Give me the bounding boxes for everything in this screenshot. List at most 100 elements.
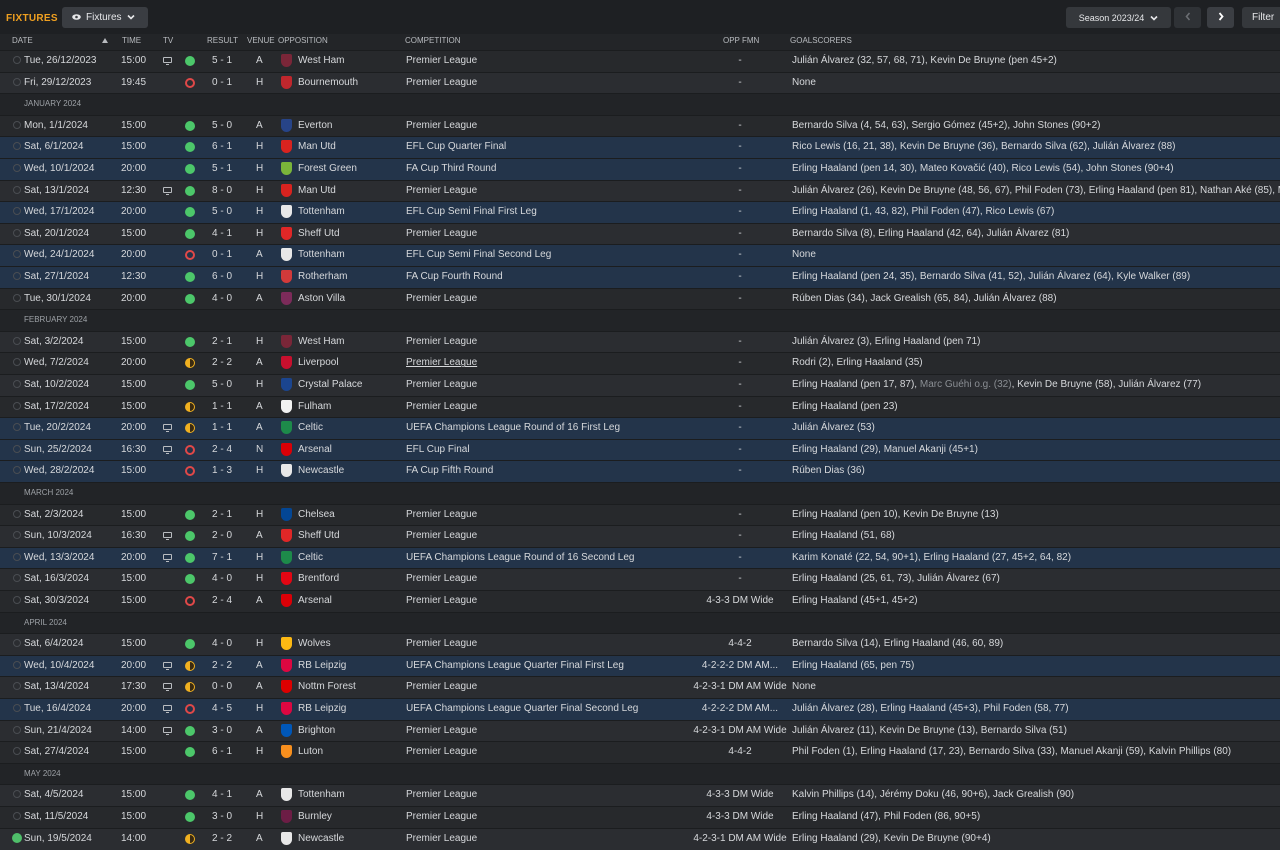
fixture-opposition[interactable]: West Ham (298, 332, 345, 352)
fixture-competition[interactable]: FA Cup Fifth Round (406, 461, 493, 481)
fixture-result[interactable]: 2 - 4 (212, 440, 232, 460)
fixture-competition[interactable]: EFL Cup Semi Final First Leg (406, 202, 537, 222)
fixture-row[interactable]: Sat, 30/3/2024 15:00 2 - 4 A Arsenal Premier … (0, 590, 1280, 612)
fixture-row[interactable]: Wed, 10/1/2024 20:00 5 - 1 H Forest Green FA … (0, 158, 1280, 180)
fixture-row[interactable]: Wed, 10/4/2024 20:00 2 - 2 A RB Leipzig UEFA … (0, 654, 1280, 677)
fixture-competition[interactable]: Premier League (406, 353, 477, 373)
fixture-competition[interactable]: Premier League (406, 181, 477, 201)
fixture-row[interactable]: Tue, 30/1/2024 20:00 4 - 0 A Aston Villa Prem… (0, 287, 1280, 310)
fixture-row[interactable]: Wed, 28/2/2024 15:00 1 - 3 H Newcastle FA Cup… (0, 460, 1280, 483)
column-competition[interactable]: COMPETITION (405, 34, 461, 48)
column-goalscorers[interactable]: GOALSCORERS (790, 34, 852, 48)
fixture-competition[interactable]: Premier League (406, 73, 477, 93)
fixture-competition[interactable]: UEFA Champions League Quarter Final Firs… (406, 656, 624, 676)
fixture-competition[interactable]: Premier League (406, 634, 477, 654)
fixture-opposition[interactable]: RB Leipzig (298, 699, 346, 719)
fixture-result[interactable]: 5 - 1 (212, 51, 232, 71)
fixture-result[interactable]: 0 - 1 (212, 245, 232, 265)
fixture-competition[interactable]: EFL Cup Final (406, 440, 470, 460)
fixture-result[interactable]: 5 - 0 (212, 202, 232, 222)
fixture-opposition[interactable]: Rotherham (298, 267, 347, 287)
column-venue[interactable]: VENUE (247, 34, 275, 48)
fixture-result[interactable]: 4 - 5 (212, 699, 232, 719)
fixture-result[interactable]: 4 - 0 (212, 289, 232, 309)
fixture-competition[interactable]: Premier League (406, 785, 477, 805)
fixture-competition[interactable]: Premier League (406, 526, 477, 546)
fixture-competition[interactable]: Premier League (406, 375, 477, 395)
fixture-row[interactable]: Sun, 25/2/2024 16:30 2 - 4 N Arsenal EFL Cup … (0, 438, 1280, 461)
fixture-opposition[interactable]: Brighton (298, 721, 335, 741)
sort-ascending-icon[interactable] (102, 34, 108, 48)
fixture-competition[interactable]: EFL Cup Quarter Final (406, 137, 506, 157)
fixture-opposition[interactable]: Crystal Palace (298, 375, 362, 395)
fixture-competition[interactable]: EFL Cup Semi Final Second Leg (406, 245, 551, 265)
fixture-result[interactable]: 6 - 1 (212, 137, 232, 157)
fixture-row[interactable]: Sun, 10/3/2024 16:30 2 - 0 A Sheff Utd Premie… (0, 525, 1280, 548)
fixture-result[interactable]: 5 - 0 (212, 116, 232, 136)
fixture-opposition[interactable]: Celtic (298, 548, 323, 568)
previous-button[interactable] (1174, 7, 1201, 28)
fixture-row[interactable]: Wed, 13/3/2024 20:00 7 - 1 H Celtic UEFA Cham… (0, 546, 1280, 569)
fixture-result[interactable]: 0 - 1 (212, 73, 232, 93)
fixture-row[interactable]: Tue, 20/2/2024 20:00 1 - 1 A Celtic UEFA Cham… (0, 417, 1280, 440)
fixture-competition[interactable]: Premier League (406, 807, 477, 827)
fixture-opposition[interactable]: Sheff Utd (298, 224, 340, 244)
fixture-opposition[interactable]: Man Utd (298, 137, 336, 157)
fixture-opposition[interactable]: Tottenham (298, 245, 345, 265)
fixture-competition[interactable]: Premier League (406, 397, 477, 417)
fixture-competition[interactable]: Premier League (406, 116, 477, 136)
fixture-result[interactable]: 6 - 1 (212, 742, 232, 762)
fixture-opposition[interactable]: Bournemouth (298, 73, 358, 93)
column-time[interactable]: TIME (122, 34, 141, 48)
fixture-result[interactable]: 4 - 0 (212, 569, 232, 589)
column-date[interactable]: DATE (12, 34, 33, 48)
fixture-opposition[interactable]: West Ham (298, 51, 345, 71)
column-opposition[interactable]: OPPOSITION (278, 34, 328, 48)
fixture-result[interactable]: 0 - 0 (212, 677, 232, 697)
fixture-opposition[interactable]: Chelsea (298, 505, 335, 525)
fixture-opposition[interactable]: Fulham (298, 397, 331, 417)
fixture-opposition[interactable]: Sheff Utd (298, 526, 340, 546)
fixture-row[interactable]: Sat, 6/4/2024 15:00 4 - 0 H Wolves Premier Le… (0, 633, 1280, 656)
fixture-row[interactable]: Sat, 11/5/2024 15:00 3 - 0 H Burnley Premier … (0, 806, 1280, 828)
fixture-competition[interactable]: Premier League (406, 332, 477, 352)
fixture-result[interactable]: 4 - 0 (212, 634, 232, 654)
fixture-opposition[interactable]: Celtic (298, 418, 323, 438)
fixture-opposition[interactable]: Aston Villa (298, 289, 345, 309)
fixture-result[interactable]: 3 - 0 (212, 721, 232, 741)
fixture-result[interactable]: 8 - 0 (212, 181, 232, 201)
view-selector-button[interactable]: Fixtures (62, 7, 148, 28)
fixture-result[interactable]: 2 - 1 (212, 332, 232, 352)
fixture-row[interactable]: Sat, 3/2/2024 15:00 2 - 1 H West Ham Premier … (0, 330, 1280, 353)
fixture-opposition[interactable]: Brentford (298, 569, 339, 589)
fixture-competition[interactable]: UEFA Champions League Round of 16 Second… (406, 548, 635, 568)
next-button[interactable] (1207, 7, 1234, 28)
fixture-result[interactable]: 5 - 1 (212, 159, 232, 179)
fixture-competition[interactable]: UEFA Champions League Quarter Final Seco… (406, 699, 638, 719)
fixture-row[interactable]: Sat, 13/1/2024 12:30 8 - 0 H Man Utd Premier … (0, 179, 1280, 202)
fixture-opposition[interactable]: RB Leipzig (298, 656, 346, 676)
fixture-result[interactable]: 2 - 2 (212, 829, 232, 849)
fixture-result[interactable]: 6 - 0 (212, 267, 232, 287)
fixture-row[interactable]: Wed, 7/2/2024 20:00 2 - 2 A Liverpool Premier… (0, 352, 1280, 375)
fixture-competition[interactable]: Premier League (406, 591, 477, 611)
fixture-result[interactable]: 5 - 0 (212, 375, 232, 395)
fixture-row[interactable]: Wed, 24/1/2024 20:00 0 - 1 A Tottenham EFL Cu… (0, 244, 1280, 267)
fixture-row[interactable]: Fri, 29/12/2023 19:45 0 - 1 H Bournemouth Pre… (0, 71, 1280, 94)
fixture-opposition[interactable]: Luton (298, 742, 323, 762)
fixture-opposition[interactable]: Burnley (298, 807, 332, 827)
fixture-result[interactable]: 4 - 1 (212, 224, 232, 244)
fixture-row[interactable]: Sat, 16/3/2024 15:00 4 - 0 H Brentford Premie… (0, 568, 1280, 591)
fixture-opposition[interactable]: Tottenham (298, 202, 345, 222)
fixture-row[interactable]: Sun, 21/4/2024 14:00 3 - 0 A Brighton Premier… (0, 719, 1280, 742)
fixture-opposition[interactable]: Arsenal (298, 591, 332, 611)
fixture-competition[interactable]: Premier League (406, 829, 477, 849)
fixture-competition[interactable]: Premier League (406, 569, 477, 589)
filter-button[interactable]: Filter (1242, 7, 1280, 28)
fixture-opposition[interactable]: Newcastle (298, 829, 344, 849)
fixture-opposition[interactable]: Man Utd (298, 181, 336, 201)
fixture-opposition[interactable]: Forest Green (298, 159, 357, 179)
fixture-row[interactable]: Sat, 27/1/2024 12:30 6 - 0 H Rotherham FA Cup… (0, 266, 1280, 288)
fixture-opposition[interactable]: Tottenham (298, 785, 345, 805)
fixture-opposition[interactable]: Arsenal (298, 440, 332, 460)
